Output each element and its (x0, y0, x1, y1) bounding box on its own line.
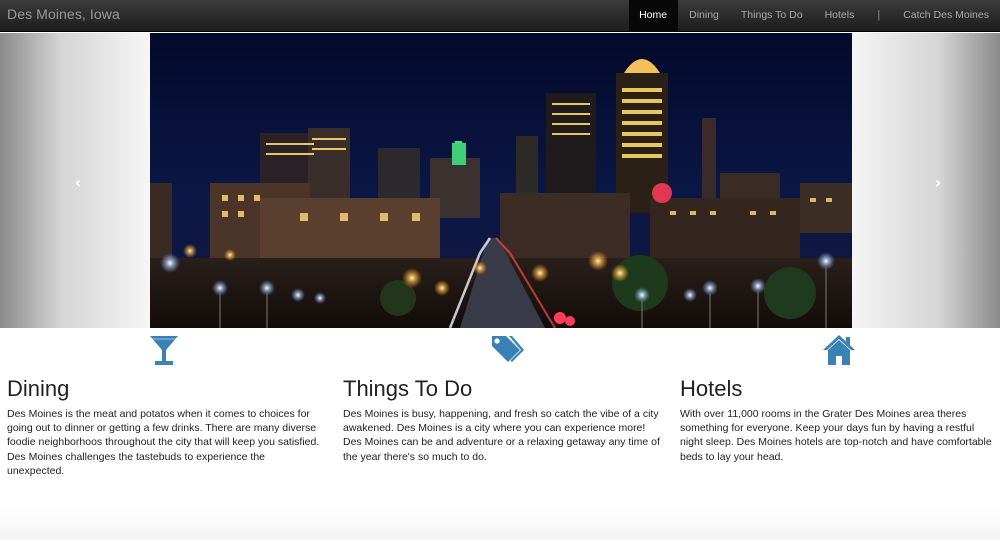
nav-item-catch-des-moines[interactable]: Catch Des Moines (892, 0, 1000, 32)
dining-heading: Dining (7, 376, 70, 401)
nav-divider: | (877, 9, 881, 21)
cocktail-glass-icon (149, 334, 179, 371)
carousel-next-chevron-right-icon[interactable]: › (926, 171, 950, 195)
nav-item-dining[interactable]: Dining (678, 0, 730, 32)
carousel-prev-chevron-left-icon[interactable]: ‹ (66, 171, 90, 195)
hero-carousel: ‹ › (0, 33, 1000, 328)
things-to-do-description: Des Moines is busy, happening, and fresh… (343, 408, 660, 463)
footer-shadow (0, 505, 1000, 540)
home-icon (822, 334, 856, 371)
things-to-do-heading: Things To Do (343, 376, 473, 401)
tags-icon (484, 334, 524, 371)
des-moines-skyline-image (150, 33, 852, 328)
main-nav: Home Dining Things To Do Hotels | Catch … (629, 0, 1000, 32)
top-navbar: Des Moines, Iowa Home Dining Things To D… (0, 0, 1000, 32)
hotels-description: With over 11,000 rooms in the Grater Des… (680, 408, 992, 463)
brand-title[interactable]: Des Moines, Iowa (7, 6, 120, 22)
nav-item-home[interactable]: Home (629, 0, 679, 32)
nav-item-hotels[interactable]: Hotels (814, 0, 866, 32)
nav-item-things-to-do[interactable]: Things To Do (730, 0, 814, 32)
hotels-heading: Hotels (680, 376, 743, 401)
dining-description: Des Moines is the meat and potatos when … (7, 408, 320, 477)
